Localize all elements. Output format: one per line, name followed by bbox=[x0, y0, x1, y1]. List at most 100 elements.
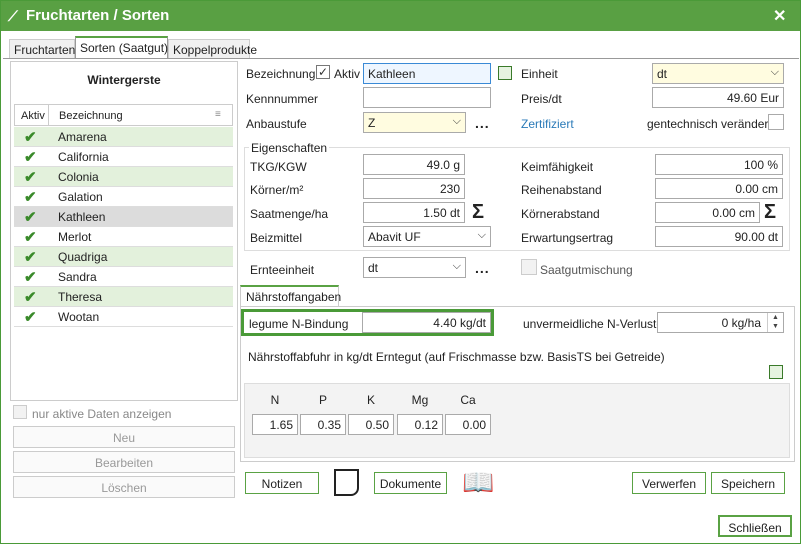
table-edit-icon[interactable] bbox=[769, 365, 783, 379]
list-item[interactable]: ✔ Quadriga bbox=[14, 247, 233, 267]
chevron-down-icon: ⌵ bbox=[477, 229, 486, 241]
anbaustufe-label: Anbaustufe bbox=[246, 117, 307, 131]
sort-icon[interactable]: ≡ bbox=[215, 109, 221, 120]
list-item[interactable]: ✔ Galation bbox=[14, 187, 233, 207]
sigma-icon[interactable]: Σ bbox=[764, 202, 776, 222]
nutrient-value[interactable]: 0.12 bbox=[397, 414, 443, 435]
keim-label: Keimfähigkeit bbox=[521, 160, 594, 174]
chevron-down-icon: ⌵ bbox=[770, 66, 779, 78]
einheit-select[interactable]: dt ⌵ bbox=[652, 63, 784, 84]
list-item-label: California bbox=[58, 150, 109, 164]
verwerfen-button[interactable]: Verwerfen bbox=[632, 472, 706, 494]
reihen-input[interactable]: 0.00 cm bbox=[655, 178, 783, 199]
schliessen-button[interactable]: Schließen bbox=[718, 515, 792, 537]
zertifiziert-link[interactable]: Zertifiziert bbox=[521, 117, 574, 131]
table-edit-icon[interactable] bbox=[498, 66, 512, 80]
only-active-label: nur aktive Daten anzeigen bbox=[32, 407, 172, 421]
tab-fruchtarten[interactable]: Fruchtarten bbox=[9, 39, 75, 59]
ernte-label: Ernteeinheit bbox=[250, 263, 315, 277]
list-item[interactable]: ✔ Colonia bbox=[14, 167, 233, 187]
list-item[interactable]: ✔ California bbox=[14, 147, 233, 167]
eigenschaften-title: Eigenschaften bbox=[249, 141, 330, 155]
gentech-checkbox[interactable] bbox=[768, 114, 784, 130]
ernte-select[interactable]: dt ⌵ bbox=[363, 257, 466, 278]
saatmenge-input[interactable]: 1.50 dt bbox=[363, 202, 465, 223]
list-item[interactable]: ✔ Wootan bbox=[14, 307, 233, 327]
col-bezeichnung[interactable]: Bezeichnung bbox=[59, 110, 123, 122]
aktiv-checkbox[interactable]: ✓ bbox=[316, 65, 330, 79]
abfuhr-text: Nährstoffabfuhr in kg/dt Erntegut (auf F… bbox=[248, 350, 665, 364]
list-item[interactable]: ✔ Kathleen bbox=[14, 207, 233, 227]
dokumente-button[interactable]: Dokumente bbox=[374, 472, 447, 494]
preis-label: Preis/dt bbox=[521, 92, 562, 106]
title-bar: ⟋ Fruchtarten / Sorten ✕ bbox=[1, 1, 800, 31]
nutrient-value[interactable]: 0.35 bbox=[300, 414, 346, 435]
tkg-input[interactable]: 49.0 g bbox=[363, 154, 465, 175]
anbaustufe-value: Z bbox=[368, 116, 376, 130]
verluste-input[interactable]: 0 kg/ha bbox=[657, 312, 784, 333]
notizen-button[interactable]: Notizen bbox=[245, 472, 319, 494]
close-icon[interactable]: ✕ bbox=[773, 6, 786, 26]
list-item[interactable]: ✔ Merlot bbox=[14, 227, 233, 247]
tab-sorten[interactable]: Sorten (Saatgut) bbox=[75, 36, 168, 59]
bezeichnung-input[interactable]: Kathleen bbox=[363, 63, 491, 84]
erwartung-label: Erwartungsertrag bbox=[521, 231, 614, 245]
nutrient-value[interactable]: 0.50 bbox=[348, 414, 394, 435]
kennnummer-input[interactable] bbox=[363, 87, 491, 108]
list-item-label: Wootan bbox=[58, 310, 100, 324]
list-item-label: Merlot bbox=[58, 230, 92, 244]
delete-button[interactable]: Löschen bbox=[13, 476, 235, 498]
nutrient-header: P bbox=[318, 393, 327, 407]
tkg-label: TKG/KGW bbox=[250, 160, 307, 174]
list-item-label: Kathleen bbox=[58, 210, 106, 224]
beizmittel-select[interactable]: Abavit UF ⌵ bbox=[363, 226, 491, 247]
more-icon[interactable]: ... bbox=[475, 115, 490, 131]
list-item[interactable]: ✔ Amarena bbox=[14, 127, 233, 147]
check-icon: ✔ bbox=[24, 249, 37, 266]
list-item-label: Sandra bbox=[58, 270, 97, 284]
beizmittel-label: Beizmittel bbox=[250, 231, 303, 245]
saatmenge-label: Saatmenge/ha bbox=[250, 207, 329, 221]
saatgutmischung-checkbox[interactable] bbox=[521, 259, 537, 275]
nutrient-value[interactable]: 1.65 bbox=[252, 414, 298, 435]
nutrient-header: N bbox=[270, 393, 280, 407]
tab-naehrstoffangaben[interactable]: Nährstoffangaben bbox=[240, 285, 341, 307]
new-button[interactable]: Neu bbox=[13, 426, 235, 448]
note-icon[interactable] bbox=[334, 469, 359, 496]
beizmittel-value: Abavit UF bbox=[368, 230, 421, 244]
app-icon: ⟋ bbox=[8, 8, 18, 24]
einheit-label: Einheit bbox=[521, 67, 558, 81]
check-icon: ✔ bbox=[24, 149, 37, 166]
bezeichnung-label: Bezeichnung bbox=[246, 67, 316, 81]
col-aktiv[interactable]: Aktiv bbox=[21, 110, 45, 122]
check-icon: ✔ bbox=[24, 229, 37, 246]
speichern-button[interactable]: Speichern bbox=[711, 472, 785, 494]
preis-input[interactable]: 49.60 Eur bbox=[652, 87, 784, 108]
spin-icon[interactable]: ▲ ▼ bbox=[767, 313, 783, 332]
nutrient-header: K bbox=[366, 393, 375, 407]
aktiv-label: Aktiv bbox=[334, 67, 361, 81]
check-icon: ✔ bbox=[24, 209, 37, 226]
erwartung-input[interactable]: 90.00 dt bbox=[655, 226, 783, 247]
einheit-value: dt bbox=[657, 67, 668, 81]
list-header: Aktiv Bezeichnung ≡ bbox=[14, 104, 233, 126]
nutrient-value[interactable]: 0.00 bbox=[445, 414, 491, 435]
check-icon: ✔ bbox=[24, 169, 37, 186]
anbaustufe-select[interactable]: Z ⌵ bbox=[363, 112, 466, 133]
book-icon[interactable]: 📖 bbox=[462, 469, 494, 496]
more-icon[interactable]: ... bbox=[475, 260, 490, 276]
list-item-label: Galation bbox=[58, 190, 103, 204]
keim-input[interactable]: 100 % bbox=[655, 154, 783, 175]
edit-button[interactable]: Bearbeiten bbox=[13, 451, 235, 473]
koernerab-input[interactable]: 0.00 cm bbox=[655, 202, 760, 223]
list-item[interactable]: ✔ Sandra bbox=[14, 267, 233, 287]
list-item-label: Theresa bbox=[58, 290, 103, 304]
sigma-icon[interactable]: Σ bbox=[472, 202, 484, 222]
tab-koppelprodukte[interactable]: Koppelprodukte bbox=[168, 39, 257, 59]
legume-input[interactable]: 4.40 kg/dt bbox=[362, 312, 491, 333]
list-item-label: Colonia bbox=[58, 170, 99, 184]
koerner-input[interactable]: 230 bbox=[363, 178, 465, 199]
only-active-checkbox[interactable] bbox=[13, 405, 27, 419]
list-item-label: Amarena bbox=[58, 130, 107, 144]
list-item[interactable]: ✔ Theresa bbox=[14, 287, 233, 307]
